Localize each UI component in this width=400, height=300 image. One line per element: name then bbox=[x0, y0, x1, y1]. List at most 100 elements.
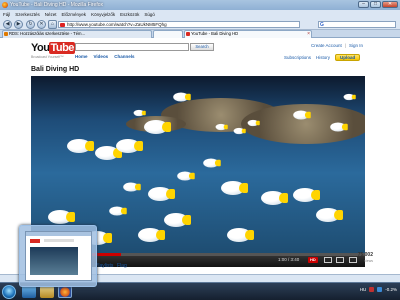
hd-button[interactable]: HD bbox=[308, 257, 318, 263]
ie-icon[interactable] bbox=[22, 286, 36, 298]
tab-label: YouTube - Bali Diving HD bbox=[191, 31, 239, 36]
fish bbox=[173, 92, 191, 102]
fish bbox=[144, 120, 171, 134]
menu-bar: Fájl Szerkesztés Nézet Előzmények Könyvj… bbox=[0, 10, 400, 19]
fish bbox=[215, 123, 228, 131]
fish bbox=[203, 158, 221, 168]
history-link[interactable]: History bbox=[316, 55, 330, 60]
fish bbox=[133, 109, 146, 117]
fish bbox=[293, 110, 311, 120]
minimize-button[interactable]: – bbox=[358, 1, 369, 8]
navigation-toolbar: ◀ ▶ ↻ ✕ ⌂ http://www.youtube.com/watch?v… bbox=[0, 19, 400, 30]
fish bbox=[164, 213, 191, 227]
thumbnail-titlebar bbox=[26, 232, 91, 236]
account-links: Create Account | Sign In bbox=[311, 43, 363, 48]
fish bbox=[227, 228, 254, 242]
thumbnail-image bbox=[25, 231, 92, 281]
taskbar-thumbnail-preview[interactable] bbox=[19, 225, 97, 287]
fish bbox=[67, 139, 94, 153]
tab-youtube[interactable]: YouTube - Bali Diving HD × bbox=[184, 30, 312, 38]
google-icon: G bbox=[320, 22, 324, 28]
logo-you: You bbox=[31, 42, 50, 54]
site-favicon-icon bbox=[60, 23, 65, 27]
fish bbox=[109, 206, 127, 216]
firefox-taskbar-icon[interactable] bbox=[58, 286, 72, 298]
nav-channels[interactable]: Channels bbox=[114, 54, 134, 59]
view-count: 75,002 bbox=[357, 252, 373, 258]
link-separator: | bbox=[344, 43, 346, 48]
fish bbox=[48, 210, 75, 224]
fish bbox=[221, 181, 248, 195]
fish bbox=[261, 191, 288, 205]
start-button[interactable] bbox=[2, 285, 16, 299]
search-bar[interactable]: G bbox=[318, 21, 396, 28]
tab-close-icon[interactable]: × bbox=[307, 31, 310, 37]
youtube-nav: Home Videos Channels bbox=[75, 54, 134, 59]
youtube-search-input[interactable] bbox=[75, 43, 189, 51]
fish bbox=[116, 139, 143, 153]
tab-blank[interactable] bbox=[153, 30, 183, 38]
tray-icon[interactable] bbox=[369, 287, 375, 292]
thumbnail-logo bbox=[30, 239, 40, 243]
url-text: http://www.youtube.com/watch?v=ZaUkNM5FQ… bbox=[67, 22, 167, 27]
create-account-link[interactable]: Create Account bbox=[311, 43, 342, 48]
menu-view[interactable]: Nézet bbox=[45, 12, 57, 17]
stop-icon[interactable]: ✕ bbox=[37, 20, 46, 29]
menu-tools[interactable]: Eszközök bbox=[120, 12, 139, 17]
tab-favicon-icon bbox=[186, 32, 190, 36]
menu-bookmarks[interactable]: Könyvjelzők bbox=[91, 12, 115, 17]
fish bbox=[343, 93, 356, 101]
popout-icon[interactable] bbox=[324, 257, 332, 263]
fish bbox=[247, 119, 260, 127]
views-label: views bbox=[364, 259, 373, 263]
close-button[interactable]: ✕ bbox=[382, 1, 398, 8]
nav-videos[interactable]: Videos bbox=[94, 54, 109, 59]
expand-icon[interactable] bbox=[336, 257, 344, 263]
subscriptions-link[interactable]: Subscriptions bbox=[284, 55, 311, 60]
fish bbox=[233, 127, 246, 135]
reload-icon[interactable]: ↻ bbox=[26, 20, 35, 29]
youtube-logo[interactable]: YouTube bbox=[31, 42, 75, 54]
logo-tube: Tube bbox=[49, 42, 75, 54]
thumbnail-searchbar bbox=[44, 239, 74, 242]
time-display: 1:00 / 3:40 bbox=[278, 257, 300, 262]
menu-help[interactable]: Súgó bbox=[144, 12, 155, 17]
menu-edit[interactable]: Szerkesztés bbox=[15, 12, 40, 17]
maximize-button[interactable]: □ bbox=[370, 1, 381, 8]
playlists-link[interactable]: Playlists bbox=[95, 263, 113, 269]
menu-file[interactable]: Fájl bbox=[3, 12, 10, 17]
logo-tagline: Broadcast Yourself™ bbox=[31, 55, 64, 59]
video-title: Bali Diving HD bbox=[31, 66, 80, 73]
fish bbox=[330, 122, 348, 132]
fullscreen-icon[interactable] bbox=[349, 257, 357, 263]
fish bbox=[148, 187, 175, 201]
fish bbox=[177, 171, 195, 181]
fish bbox=[138, 228, 165, 242]
fish bbox=[293, 188, 320, 202]
window-title: YouTube - Bali Diving HD - Mozilla Firef… bbox=[10, 2, 103, 8]
home-icon[interactable]: ⌂ bbox=[48, 20, 57, 29]
forward-button[interactable]: ▶ bbox=[14, 20, 23, 29]
network-icon[interactable] bbox=[377, 287, 383, 292]
thumbnail-video bbox=[30, 247, 78, 275]
user-links: Subscriptions History Upload bbox=[284, 54, 361, 61]
system-tray: HU -0.2% bbox=[360, 287, 397, 292]
menu-history[interactable]: Előzmények bbox=[62, 12, 87, 17]
title-bar: YouTube - Bali Diving HD - Mozilla Firef… bbox=[0, 0, 400, 10]
tab-favicon-icon bbox=[4, 32, 8, 36]
tab-rds[interactable]: RDS: Hozzászólás szerkesztése - Tém... bbox=[2, 30, 152, 38]
nav-home[interactable]: Home bbox=[75, 54, 88, 59]
explorer-icon[interactable] bbox=[40, 286, 54, 298]
firefox-icon bbox=[2, 2, 8, 8]
language-indicator[interactable]: HU bbox=[360, 287, 367, 292]
tab-label: RDS: Hozzászólás szerkesztése - Tém... bbox=[9, 31, 86, 36]
upload-button[interactable]: Upload bbox=[335, 54, 361, 61]
sign-in-link[interactable]: Sign In bbox=[349, 43, 363, 48]
url-bar[interactable]: http://www.youtube.com/watch?v=ZaUkNM5FQ… bbox=[58, 21, 300, 28]
tab-bar: RDS: Hozzászólás szerkesztése - Tém... Y… bbox=[0, 30, 400, 38]
back-button[interactable]: ◀ bbox=[3, 20, 12, 29]
youtube-search-button[interactable]: Search bbox=[190, 43, 214, 51]
fish bbox=[123, 182, 141, 192]
flag-link[interactable]: Flag bbox=[117, 263, 127, 269]
fish bbox=[316, 208, 343, 222]
